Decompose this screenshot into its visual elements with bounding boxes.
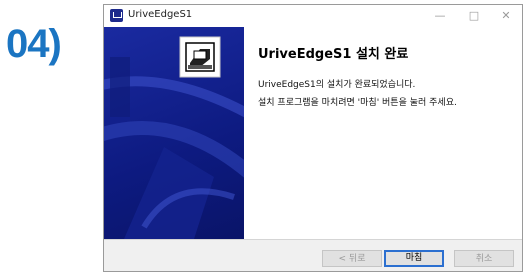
installer-window: UriveEdgeS1 — □ ✕ UriveEdgeS1 설치 완료 Uriv… — [103, 4, 523, 272]
completion-message: UriveEdgeS1의 설치가 완료되었습니다. — [258, 80, 416, 90]
step-number-label: 04) — [6, 22, 62, 66]
maximize-icon[interactable]: □ — [460, 7, 488, 25]
finish-instruction: 설치 프로그램을 마치려면 '마침' 버튼을 눌러 주세요. — [258, 98, 457, 108]
installer-icon — [179, 36, 221, 78]
cancel-button[interactable]: 취소 — [454, 250, 514, 267]
content-area: UriveEdgeS1 설치 완료 UriveEdgeS1의 설치가 완료되었습… — [244, 27, 522, 239]
back-button[interactable]: < 뒤로 — [322, 250, 382, 267]
close-icon[interactable]: ✕ — [492, 7, 520, 25]
app-icon — [110, 9, 123, 22]
banner-graphic — [104, 36, 244, 239]
installer-side-banner — [104, 27, 244, 239]
button-bar: < 뒤로 마침 취소 — [104, 239, 522, 271]
completion-heading: UriveEdgeS1 설치 완료 — [258, 47, 409, 62]
window-title: UriveEdgeS1 — [128, 9, 193, 20]
window-titlebar: UriveEdgeS1 — □ ✕ — [104, 5, 522, 27]
finish-button[interactable]: 마침 — [384, 250, 444, 267]
minimize-icon[interactable]: — — [426, 7, 454, 25]
